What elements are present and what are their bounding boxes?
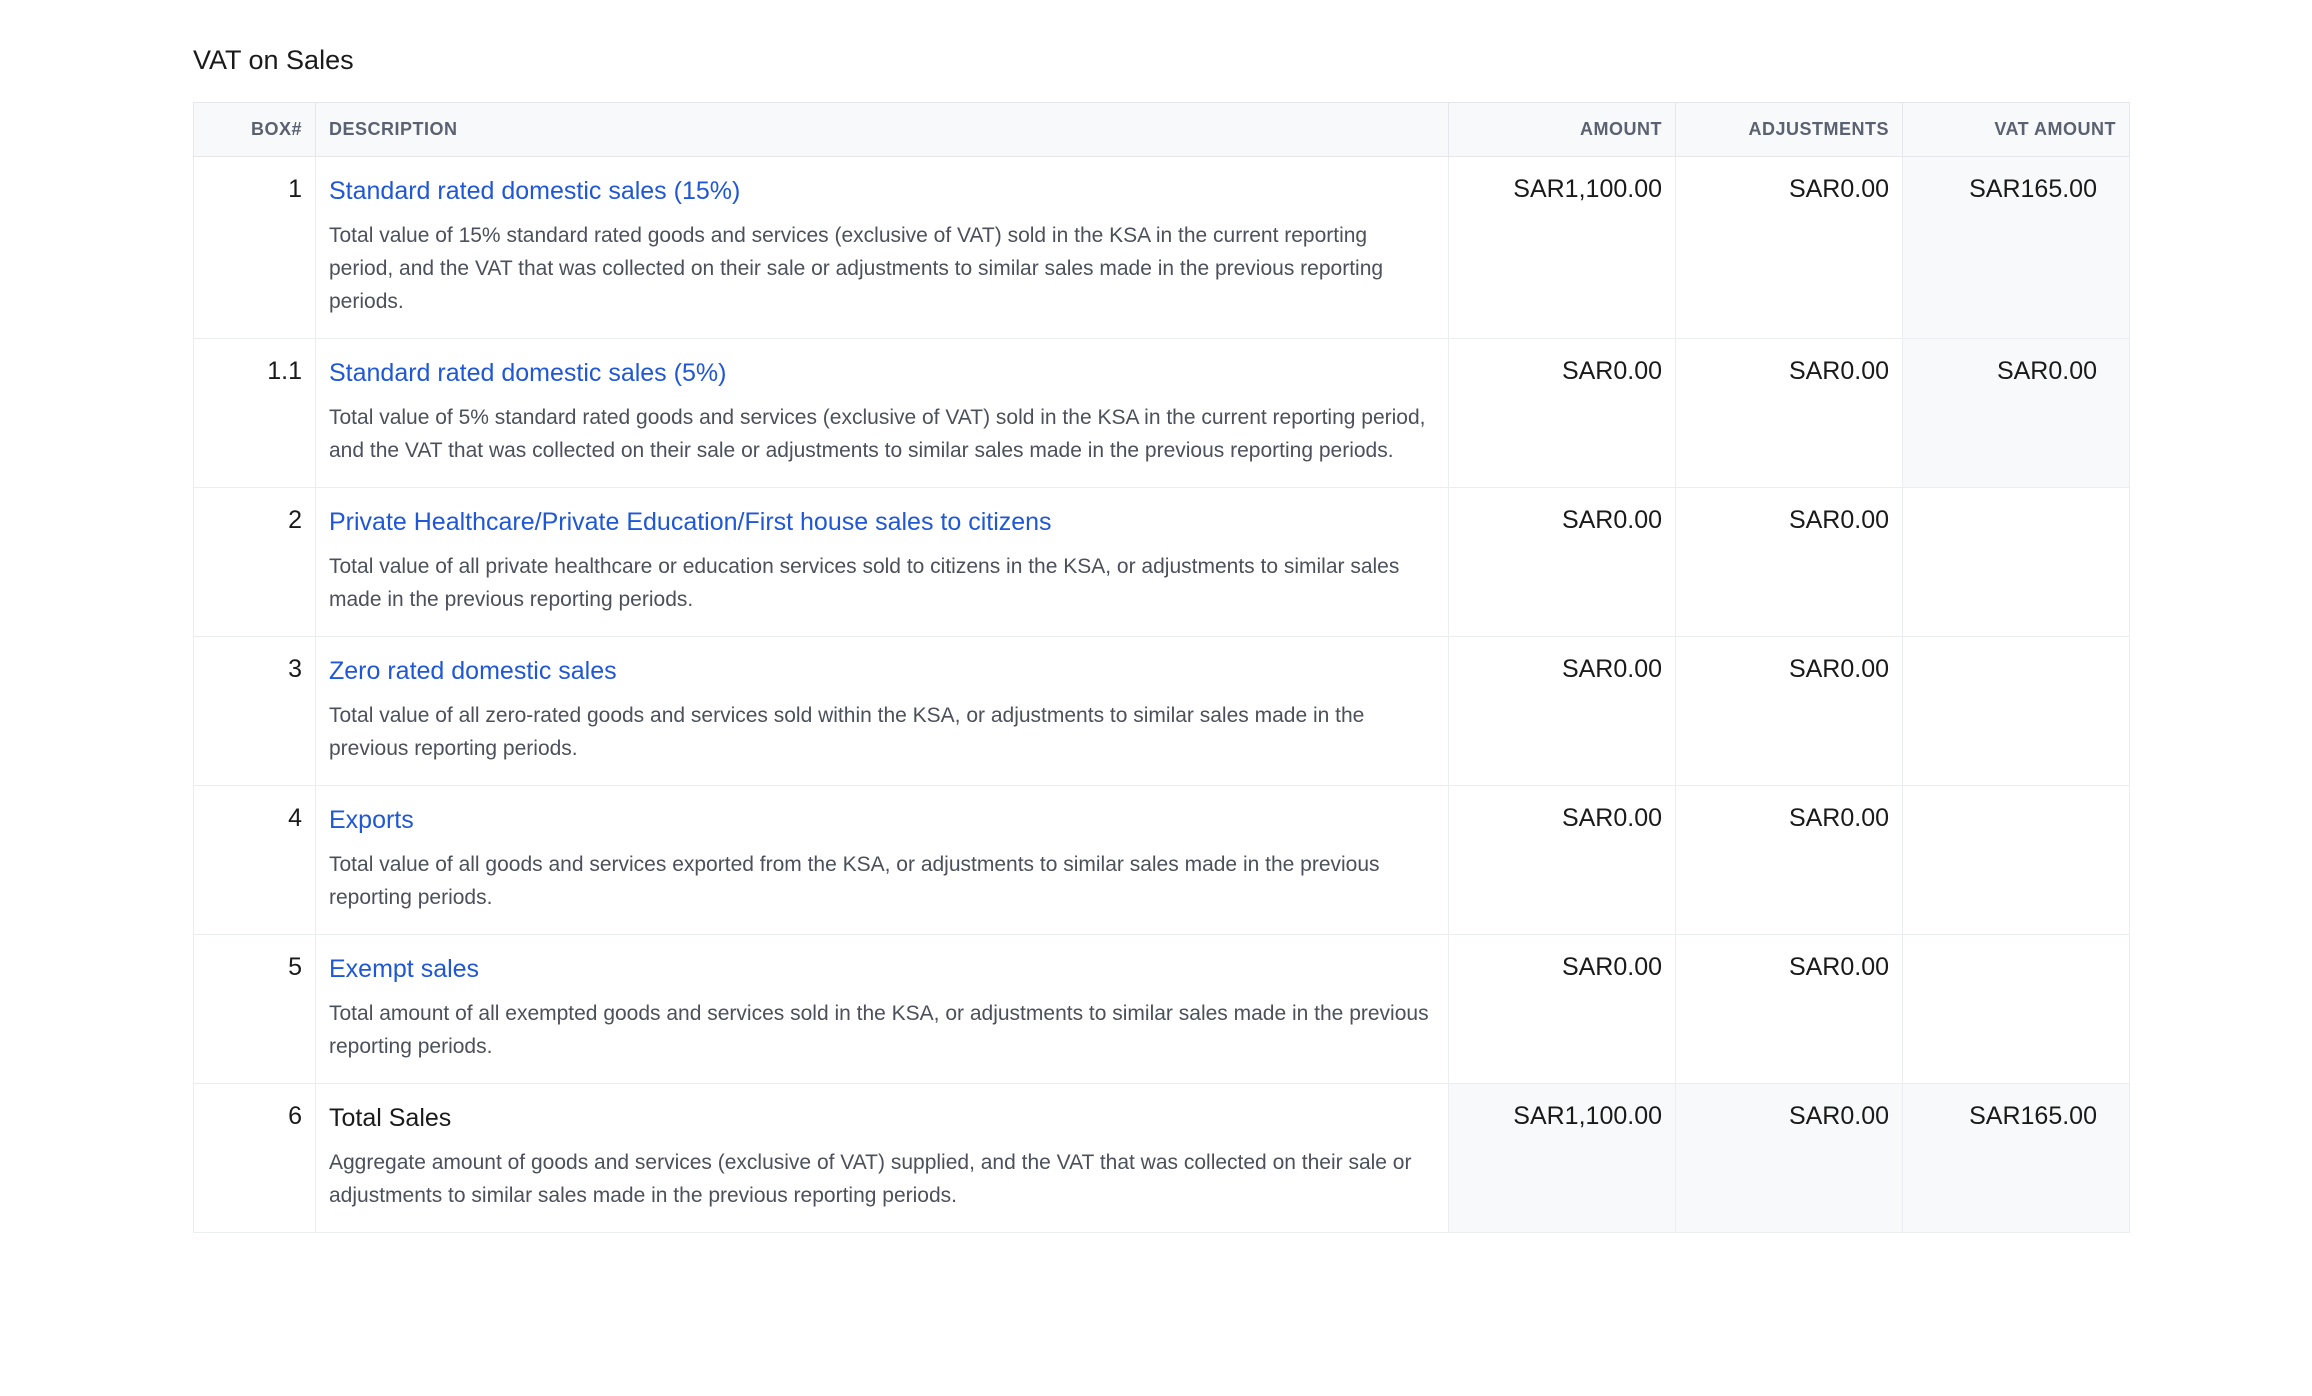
- amount-cell: SAR1,100.00: [1448, 156, 1676, 339]
- vat-amount-cell: [1902, 487, 2130, 637]
- box-number: 1: [193, 156, 316, 339]
- vat-amount-cell: [1902, 785, 2130, 935]
- box-link[interactable]: Standard rated domestic sales (15%): [329, 175, 1435, 207]
- table-header-row: BOX# DESCRIPTION AMOUNT ADJUSTMENTS VAT …: [193, 102, 2130, 157]
- amount-cell: SAR0.00: [1448, 934, 1676, 1084]
- adjustments-cell: SAR0.00: [1675, 636, 1903, 786]
- header-amount: AMOUNT: [1448, 102, 1676, 157]
- description-cell: Private Healthcare/Private Education/Fir…: [315, 487, 1449, 637]
- box-link[interactable]: Standard rated domestic sales (5%): [329, 357, 1435, 389]
- description-cell: Standard rated domestic sales (15%) Tota…: [315, 156, 1449, 339]
- amount-cell: SAR0.00: [1448, 785, 1676, 935]
- table-row: 1.1 Standard rated domestic sales (5%) T…: [193, 338, 2130, 488]
- adjustments-cell: SAR0.00: [1675, 785, 1903, 935]
- amount-cell: SAR1,100.00: [1448, 1083, 1676, 1233]
- box-description: Total value of all goods and services ex…: [329, 853, 1380, 909]
- adjustments-cell: SAR0.00: [1675, 487, 1903, 637]
- vat-amount-cell: SAR165.00: [1902, 156, 2130, 339]
- description-cell: Exports Total value of all goods and ser…: [315, 785, 1449, 935]
- box-link[interactable]: Private Healthcare/Private Education/Fir…: [329, 506, 1435, 538]
- box-link[interactable]: Exempt sales: [329, 953, 1435, 985]
- header-adjustments: ADJUSTMENTS: [1675, 102, 1903, 157]
- box-description: Total amount of all exempted goods and s…: [329, 1002, 1429, 1058]
- description-cell: Total Sales Aggregate amount of goods an…: [315, 1083, 1449, 1233]
- amount-cell: SAR0.00: [1448, 487, 1676, 637]
- vat-on-sales-section: VAT on Sales BOX# DESCRIPTION AMOUNT ADJ…: [193, 36, 2130, 1233]
- box-description: Aggregate amount of goods and services (…: [329, 1151, 1412, 1207]
- box-description: Total value of 15% standard rated goods …: [329, 224, 1384, 313]
- header-description: DESCRIPTION: [315, 102, 1449, 157]
- box-link[interactable]: Exports: [329, 804, 1435, 836]
- total-row: 6 Total Sales Aggregate amount of goods …: [193, 1083, 2130, 1233]
- description-cell: Exempt sales Total amount of all exempte…: [315, 934, 1449, 1084]
- adjustments-cell: SAR0.00: [1675, 338, 1903, 488]
- box-description: Total value of all zero-rated goods and …: [329, 704, 1365, 760]
- table-row: 4 Exports Total value of all goods and s…: [193, 785, 2130, 935]
- box-number: 3: [193, 636, 316, 786]
- section-title: VAT on Sales: [193, 45, 354, 75]
- description-cell: Zero rated domestic sales Total value of…: [315, 636, 1449, 786]
- box-number: 1.1: [193, 338, 316, 488]
- box-number: 6: [193, 1083, 316, 1233]
- adjustments-cell: SAR0.00: [1675, 934, 1903, 1084]
- description-cell: Standard rated domestic sales (5%) Total…: [315, 338, 1449, 488]
- adjustments-cell: SAR0.00: [1675, 156, 1903, 339]
- table-row: 2 Private Healthcare/Private Education/F…: [193, 487, 2130, 637]
- adjustments-cell: SAR0.00: [1675, 1083, 1903, 1233]
- box-number: 5: [193, 934, 316, 1084]
- box-number: 2: [193, 487, 316, 637]
- box-description: Total value of all private healthcare or…: [329, 555, 1400, 611]
- header-vat-amount: VAT AMOUNT: [1902, 102, 2130, 157]
- vat-amount-cell: SAR0.00: [1902, 338, 2130, 488]
- amount-cell: SAR0.00: [1448, 338, 1676, 488]
- total-sales-title: Total Sales: [329, 1104, 452, 1132]
- vat-on-sales-table: BOX# DESCRIPTION AMOUNT ADJUSTMENTS VAT …: [193, 102, 2130, 1233]
- header-box: BOX#: [193, 102, 316, 157]
- table-row: 3 Zero rated domestic sales Total value …: [193, 636, 2130, 786]
- amount-cell: SAR0.00: [1448, 636, 1676, 786]
- box-description: Total value of 5% standard rated goods a…: [329, 406, 1426, 462]
- vat-amount-cell: [1902, 934, 2130, 1084]
- table-row: 1 Standard rated domestic sales (15%) To…: [193, 156, 2130, 339]
- box-link[interactable]: Zero rated domestic sales: [329, 655, 1435, 687]
- vat-amount-cell: SAR165.00: [1902, 1083, 2130, 1233]
- table-row: 5 Exempt sales Total amount of all exemp…: [193, 934, 2130, 1084]
- box-number: 4: [193, 785, 316, 935]
- vat-amount-cell: [1902, 636, 2130, 786]
